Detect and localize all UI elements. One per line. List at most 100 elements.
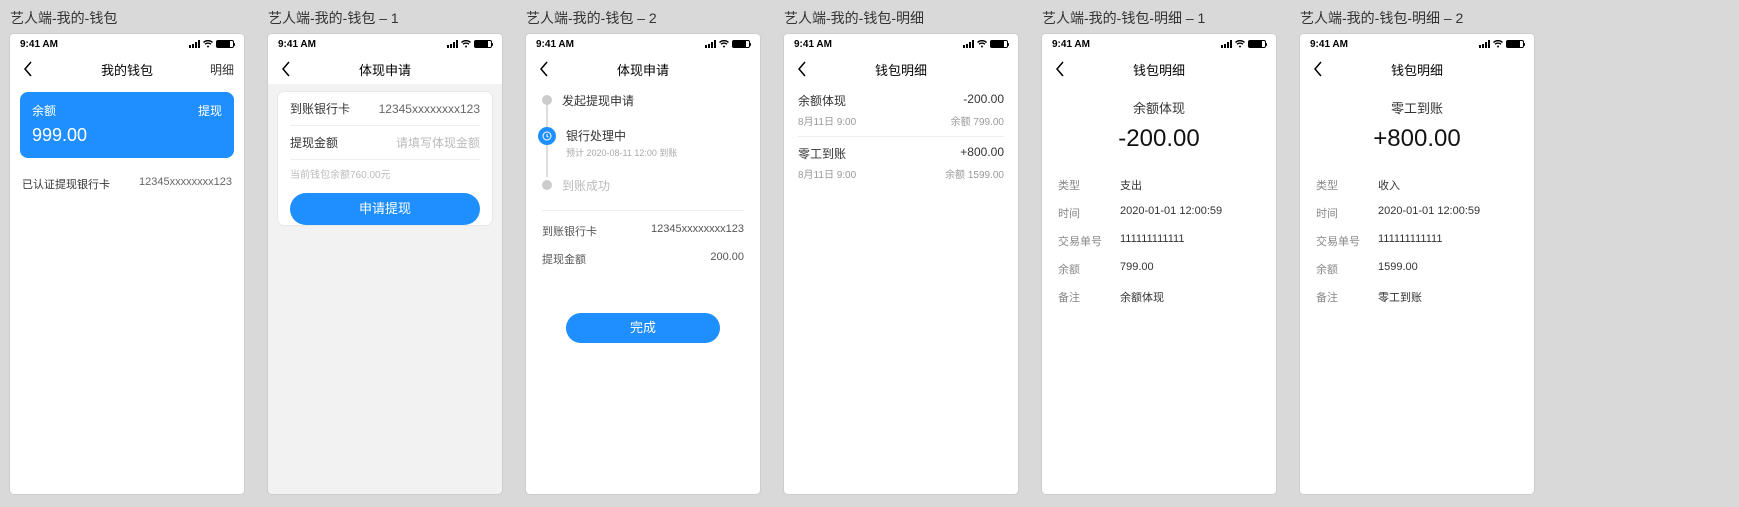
timeline-step: 到账成功 — [542, 177, 744, 202]
kv-value: 零工到账 — [1378, 289, 1422, 305]
kv-value: 799.00 — [1120, 261, 1154, 277]
nav-title: 钱包明细 — [1391, 60, 1443, 79]
detail-kv-row: 类型收入 — [1316, 171, 1518, 199]
balance-hint: 当前钱包余额760.00元 — [290, 160, 480, 193]
amount-input-row[interactable]: 提现金额 请填写体现金额 — [290, 126, 480, 160]
kv-key: 备注 — [1058, 289, 1106, 305]
wifi-icon — [1235, 40, 1245, 48]
status-bar: 9:41 AM — [1300, 34, 1534, 54]
tx-title: 余额体现 — [798, 92, 846, 109]
signal-icon — [447, 40, 458, 48]
detail-amount: -200.00 — [1042, 125, 1276, 153]
back-button[interactable] — [1046, 54, 1074, 84]
wifi-icon — [461, 40, 471, 48]
status-bar: 9:41 AM — [268, 34, 502, 54]
kv-key: 时间 — [1058, 205, 1106, 221]
detail-kv-row: 交易单号 111111111111 — [1058, 227, 1260, 255]
step-title: 银行处理中 — [566, 127, 677, 144]
nav-title: 体现申请 — [617, 60, 669, 79]
status-bar: 9:41 AM — [1042, 34, 1276, 54]
artboard-title: 艺人端-我的-钱包 – 2 — [526, 8, 760, 28]
nav-right-detail[interactable]: 明细 — [210, 54, 234, 84]
step-dot-icon — [542, 180, 552, 190]
artboard-title: 艺人端-我的-钱包 — [10, 8, 244, 28]
kv-value: 余额体现 — [1120, 289, 1164, 305]
kv-key: 余额 — [1316, 261, 1364, 277]
signal-icon — [1221, 40, 1232, 48]
kv-value: 支出 — [1120, 177, 1142, 193]
signal-icon — [1479, 40, 1490, 48]
wifi-icon — [977, 40, 987, 48]
step-subtitle: 预计 2020-08-11 12:00 到账 — [566, 146, 677, 159]
back-button[interactable] — [530, 54, 558, 84]
nav-title: 体现申请 — [359, 60, 411, 79]
back-button[interactable] — [1304, 54, 1332, 84]
step-dot-icon — [542, 95, 552, 105]
kv-row: 到账银行卡 12345xxxxxxxx123 — [526, 217, 760, 245]
status-time: 9:41 AM — [1052, 39, 1090, 50]
kv-key: 交易单号 — [1316, 233, 1364, 249]
bank-input-value: 12345xxxxxxxx123 — [379, 102, 480, 116]
balance-card: 余额 提现 999.00 — [20, 92, 234, 158]
tx-title: 零工到账 — [798, 145, 846, 162]
tx-time: 8月11日 9:00 — [798, 166, 856, 181]
detail-kv-row: 备注零工到账 — [1316, 283, 1518, 311]
done-button[interactable]: 完成 — [566, 313, 720, 343]
signal-icon — [189, 40, 200, 48]
tx-balance: 余额 799.00 — [951, 113, 1004, 128]
detail-kv-row: 类型支出 — [1058, 171, 1260, 199]
detail-kv-row: 余额 1599.00 — [1316, 255, 1518, 283]
bank-value: 12345xxxxxxxx123 — [139, 176, 232, 192]
kv-value: 111111111111 — [1120, 233, 1184, 249]
artboard-title: 艺人端-我的-钱包-明细 – 1 — [1042, 8, 1276, 28]
status-time: 9:41 AM — [278, 39, 316, 50]
back-button[interactable] — [14, 54, 42, 84]
bank-label: 已认证提现银行卡 — [22, 176, 110, 192]
signal-icon — [705, 40, 716, 48]
kv-value: 收入 — [1378, 177, 1400, 193]
back-button[interactable] — [272, 54, 300, 84]
battery-icon — [1248, 40, 1266, 48]
submit-withdraw-button[interactable]: 申请提现 — [290, 193, 480, 225]
kv-value: 200.00 — [710, 251, 744, 267]
kv-key: 提现金额 — [542, 251, 586, 267]
status-time: 9:41 AM — [794, 39, 832, 50]
battery-icon — [474, 40, 492, 48]
withdraw-link[interactable]: 提现 — [198, 102, 222, 119]
clock-icon — [538, 127, 556, 145]
bank-row[interactable]: 已认证提现银行卡 12345xxxxxxxx123 — [10, 168, 244, 200]
nav-title: 钱包明细 — [1133, 60, 1185, 79]
wifi-icon — [719, 40, 729, 48]
signal-icon — [963, 40, 974, 48]
kv-key: 交易单号 — [1058, 233, 1106, 249]
kv-key: 时间 — [1316, 205, 1364, 221]
status-time: 9:41 AM — [1310, 39, 1348, 50]
kv-key: 类型 — [1316, 177, 1364, 193]
transaction-row[interactable]: 余额体现-200.008月11日 9:00余额 799.00 — [784, 84, 1018, 136]
back-button[interactable] — [788, 54, 816, 84]
tx-amount: +800.00 — [960, 145, 1004, 162]
kv-value: 12345xxxxxxxx123 — [651, 223, 744, 239]
transaction-row[interactable]: 零工到账 +800.00 8月11日 9:00 余额 1599.00 — [784, 137, 1018, 189]
status-bar: 9:41 AM — [784, 34, 1018, 54]
wifi-icon — [1493, 40, 1503, 48]
kv-key: 余额 — [1058, 261, 1106, 277]
battery-icon — [990, 40, 1008, 48]
kv-value: 1599.00 — [1378, 261, 1418, 277]
tx-amount: -200.00 — [963, 92, 1004, 109]
bank-input-label: 到账银行卡 — [290, 100, 350, 117]
battery-icon — [216, 40, 234, 48]
kv-row: 提现金额 200.00 — [526, 245, 760, 273]
detail-title: 余额体现 — [1042, 98, 1276, 117]
timeline-step: 发起提现申请 — [542, 92, 744, 127]
kv-value: 111111111111 — [1378, 233, 1442, 249]
kv-key: 到账银行卡 — [542, 223, 597, 239]
balance-label: 余额 — [32, 102, 56, 119]
detail-kv-row: 时间2020-01-01 12:00:59 — [1316, 199, 1518, 227]
amount-input-label: 提现金额 — [290, 134, 338, 151]
tx-balance: 余额 1599.00 — [945, 166, 1004, 181]
step-title: 发起提现申请 — [562, 92, 634, 109]
status-time: 9:41 AM — [536, 39, 574, 50]
artboard-title: 艺人端-我的-钱包-明细 – 2 — [1300, 8, 1534, 28]
bank-input-row[interactable]: 到账银行卡 12345xxxxxxxx123 — [290, 92, 480, 126]
